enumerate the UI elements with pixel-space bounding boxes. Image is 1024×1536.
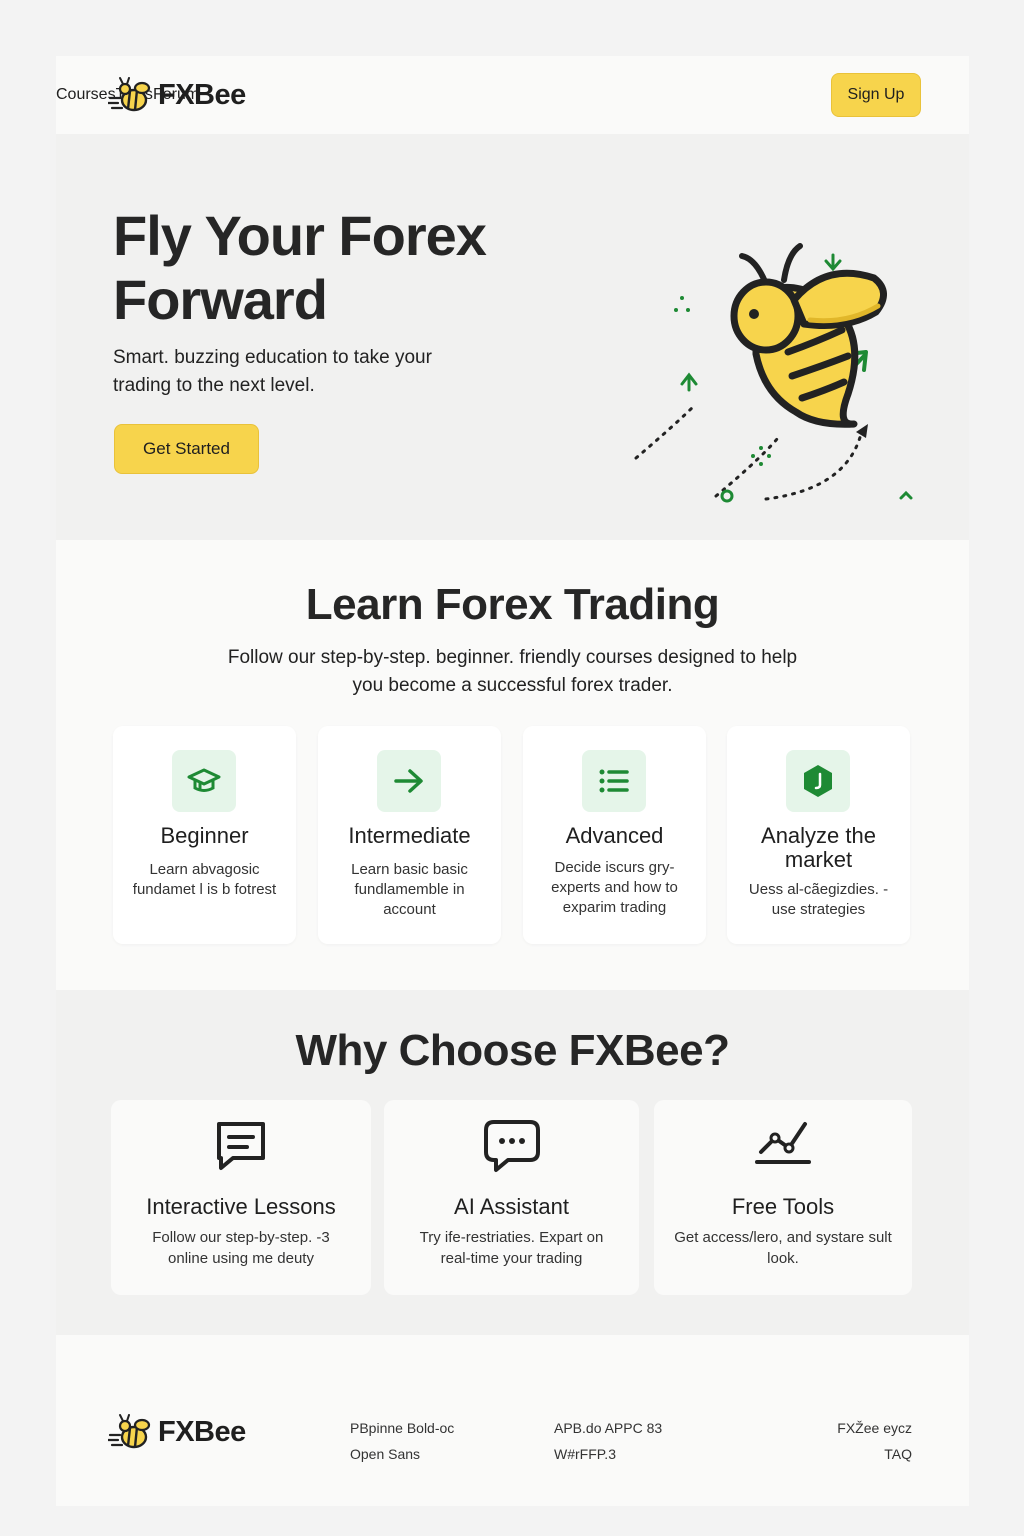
- feature-desc: Try ife-restriaties. Expart on real-time…: [419, 1229, 604, 1267]
- list-icon: [582, 750, 646, 812]
- feature-desc: Follow our step-by-step. -3 online using…: [152, 1229, 330, 1267]
- course-card-analyze[interactable]: Analyze the market Uess al-cãegizdies. -…: [727, 726, 910, 944]
- arrow-right-icon: [377, 750, 441, 812]
- footer-link[interactable]: TAQ: [837, 1441, 912, 1467]
- footer-link[interactable]: FXŽee eycz: [837, 1415, 912, 1441]
- chat-lines-icon: [111, 1118, 371, 1174]
- footer-link[interactable]: W#rFFP.3: [554, 1441, 662, 1467]
- hexagon-badge-icon: [786, 750, 850, 812]
- course-title: Advanced: [565, 823, 664, 848]
- feature-title: Free Tools: [731, 1194, 835, 1219]
- course-desc: Uess al-cãegizdies. - use strategies: [748, 881, 889, 918]
- hero-subtitle: Smart. buzzing education to take your tr…: [113, 347, 432, 396]
- feature-card-interactive-lessons[interactable]: Interactive Lessons Follow our step-by-s…: [111, 1100, 371, 1295]
- why-title: Why Choose FXBee?: [295, 1026, 731, 1075]
- feature-title: AI Assistant: [454, 1194, 569, 1219]
- hero-title-line1: Fly Your Forex: [113, 204, 487, 267]
- page: FXBee Courses Tools Forum Sign Up Fly Yo…: [56, 56, 969, 1506]
- brand-name: FXBee: [158, 1415, 246, 1448]
- footer-col-1: PBpinne Bold-oc Open Sans: [350, 1415, 454, 1467]
- graduation-cap-icon: [172, 750, 236, 812]
- brand-name: FXBee: [158, 78, 246, 111]
- bee-logo-icon: [108, 77, 151, 112]
- footer-link[interactable]: APB.do APPC 83: [554, 1415, 662, 1441]
- bee-logo-icon: [108, 1414, 151, 1449]
- course-card-beginner[interactable]: Beginner Learn abvagosic fundamet l is b…: [113, 726, 296, 944]
- sign-up-button[interactable]: Sign Up: [831, 73, 921, 117]
- course-desc: Learn basic basic fundlamemble in accoun…: [351, 861, 468, 918]
- feature-card-free-tools[interactable]: Free Tools Get access/lero, and systare …: [654, 1100, 912, 1295]
- hero-section: Fly Your Forex Forward Smart. buzzing ed…: [56, 134, 969, 540]
- course-desc: Learn abvagosic fundamet l is b fotrest: [132, 861, 277, 898]
- course-desc: Decide iscurs gry- experts and how to ex…: [551, 859, 678, 916]
- footer-col-2: APB.do APPC 83 W#rFFP.3: [554, 1415, 662, 1467]
- bee-illustration-icon: [634, 243, 913, 503]
- footer-col-3: FXŽee eycz TAQ: [837, 1415, 912, 1467]
- feature-title: Interactive Lessons: [146, 1194, 336, 1219]
- course-card-advanced[interactable]: Advanced Decide iscurs gry- experts and …: [523, 726, 706, 944]
- chat-dots-icon: [384, 1118, 639, 1174]
- learn-section: Learn Forex Trading Follow our step-by-s…: [56, 540, 969, 990]
- nav-courses[interactable]: Courses: [56, 86, 116, 104]
- feature-desc: Get access/lero, and systare sult look.: [674, 1229, 892, 1267]
- learn-title: Learn Forex Trading: [305, 580, 720, 629]
- footer-logo[interactable]: FXBee: [108, 1413, 246, 1451]
- hero-title-line2: Forward: [113, 268, 328, 331]
- why-section: Why Choose FXBee? Interactive Lessons Fo…: [56, 990, 969, 1335]
- site-header: FXBee Courses Tools Forum Sign Up: [56, 56, 969, 134]
- course-card-intermediate[interactable]: Intermediate Learn basic basic fundlamem…: [318, 726, 501, 944]
- hero-title: Fly Your Forex Forward: [113, 204, 553, 332]
- footer-link[interactable]: PBpinne Bold-oc: [350, 1415, 454, 1441]
- line-chart-icon: [654, 1118, 912, 1174]
- learn-subtitle: Follow our step-by-step. beginner. frien…: [227, 647, 798, 696]
- course-title: Beginner: [160, 823, 249, 848]
- footer-link[interactable]: Open Sans: [350, 1441, 454, 1467]
- course-title: Intermediate: [348, 823, 471, 848]
- feature-card-ai-assistant[interactable]: AI Assistant Try ife-restriaties. Expart…: [384, 1100, 639, 1295]
- get-started-button[interactable]: Get Started: [114, 424, 259, 474]
- course-title: Analyze the market: [761, 823, 876, 872]
- site-footer: FXBee PBpinne Bold-oc Open Sans APB.do A…: [56, 1335, 969, 1506]
- header-logo[interactable]: FXBee: [108, 76, 246, 114]
